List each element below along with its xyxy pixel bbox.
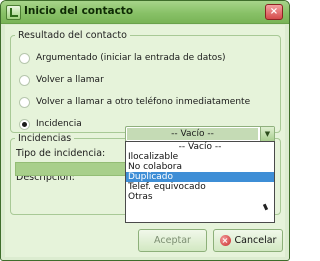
dropdown-option-telef-equivocado[interactable]: Telef. equivocado bbox=[126, 182, 274, 192]
resultado-group: Resultado del contacto Argumentado (inic… bbox=[10, 30, 281, 133]
cancel-button[interactable]: × Cancelar bbox=[213, 229, 283, 252]
dropdown-option-vacio[interactable]: -- Vacío -- bbox=[126, 142, 274, 152]
dropdown-option-ilocalizable[interactable]: Ilocalizable bbox=[126, 152, 274, 162]
close-button[interactable]: × bbox=[265, 4, 283, 20]
dropdown-option-duplicado[interactable]: Duplicado bbox=[126, 172, 274, 182]
chevron-down-icon[interactable]: ▼ bbox=[260, 127, 274, 141]
radio-button[interactable] bbox=[19, 74, 30, 86]
title-bar[interactable]: Inicio del contacto × bbox=[1, 1, 289, 24]
radio-label: Incidencia bbox=[36, 119, 82, 129]
dropdown-option-no-colabora[interactable]: No colabora bbox=[126, 162, 274, 172]
tipo-incidencia-label: Tipo de incidencia: bbox=[16, 148, 106, 159]
tipo-incidencia-value: -- Vacío -- bbox=[127, 128, 258, 140]
radio-incidencia[interactable]: Incidencia bbox=[19, 117, 82, 131]
dialog-title: Inicio del contacto bbox=[24, 5, 134, 17]
contact-app-icon bbox=[6, 5, 21, 20]
radio-button[interactable] bbox=[19, 52, 30, 64]
radio-argumentado[interactable]: Argumentado (iniciar la entrada de datos… bbox=[19, 51, 226, 65]
accept-button[interactable]: Aceptar bbox=[138, 229, 207, 252]
incidencias-legend: Incidencias bbox=[18, 133, 72, 144]
radio-otro-telefono[interactable]: Volver a llamar a otro teléfono inmediat… bbox=[19, 95, 250, 109]
dropdown-option-otras[interactable]: Otras bbox=[126, 192, 274, 202]
resultado-legend: Resultado del contacto bbox=[18, 30, 127, 41]
radio-button-checked[interactable] bbox=[19, 118, 30, 130]
radio-label: Volver a llamar bbox=[36, 75, 104, 85]
tipo-incidencia-select[interactable]: -- Vacío -- ▼ bbox=[125, 126, 275, 142]
cancel-label: Cancelar bbox=[234, 235, 277, 246]
accept-label: Aceptar bbox=[154, 235, 191, 246]
radio-volver-llamar[interactable]: Volver a llamar bbox=[19, 73, 104, 87]
cancel-icon: × bbox=[219, 235, 231, 246]
radio-button[interactable] bbox=[19, 96, 30, 108]
radio-label: Argumentado (iniciar la entrada de datos… bbox=[36, 53, 226, 63]
tipo-incidencia-dropdown[interactable]: -- Vacío -- Ilocalizable No colabora Dup… bbox=[125, 141, 275, 223]
radio-label: Volver a llamar a otro teléfono inmediat… bbox=[36, 97, 251, 107]
dialog-window: Inicio del contacto × Resultado del cont… bbox=[0, 0, 290, 261]
